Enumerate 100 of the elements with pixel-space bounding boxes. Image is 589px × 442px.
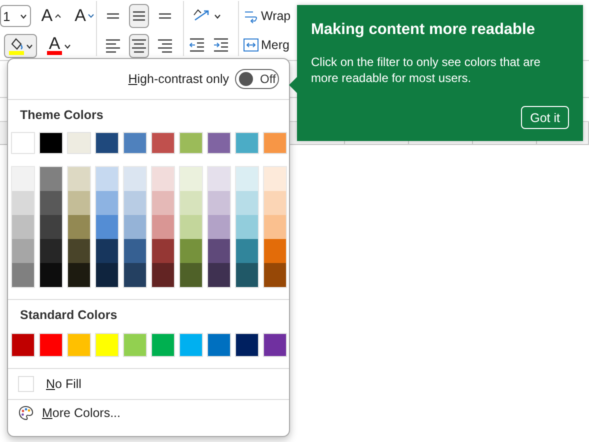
tip-text: Click on the filter to only see colors that are more readable for most users.	[311, 54, 542, 86]
color-swatch[interactable]	[151, 132, 175, 154]
color-swatch[interactable]	[208, 215, 230, 239]
color-swatch[interactable]	[208, 263, 230, 287]
increase-indent-icon[interactable]	[212, 37, 230, 53]
color-swatch[interactable]	[123, 132, 147, 154]
color-swatch[interactable]	[40, 215, 62, 239]
color-swatch[interactable]	[263, 333, 287, 357]
color-swatch[interactable]	[264, 215, 286, 239]
color-swatch[interactable]	[236, 239, 258, 263]
color-swatch[interactable]	[152, 263, 174, 287]
align-lines-icon	[132, 11, 146, 21]
font-size-field[interactable]: 1	[0, 5, 32, 27]
color-swatch[interactable]	[68, 239, 90, 263]
color-swatch[interactable]	[124, 191, 146, 215]
color-swatch[interactable]	[207, 333, 231, 357]
color-swatch[interactable]	[95, 333, 119, 357]
color-swatch[interactable]	[264, 191, 286, 215]
color-swatch[interactable]	[124, 263, 146, 287]
color-swatch[interactable]	[124, 239, 146, 263]
color-swatch[interactable]	[96, 215, 118, 239]
color-swatch[interactable]	[152, 167, 174, 191]
color-swatch[interactable]	[208, 239, 230, 263]
color-swatch[interactable]	[68, 191, 90, 215]
grow-font-button[interactable]: A	[37, 4, 65, 28]
color-swatch[interactable]	[235, 333, 259, 357]
color-swatch[interactable]	[68, 215, 90, 239]
color-swatch[interactable]	[151, 333, 175, 357]
color-swatch[interactable]	[11, 333, 35, 357]
color-swatch[interactable]	[40, 239, 62, 263]
color-swatch[interactable]	[264, 167, 286, 191]
color-swatch[interactable]	[180, 239, 202, 263]
color-swatch[interactable]	[236, 167, 258, 191]
align-lines-icon	[132, 39, 146, 53]
color-swatch[interactable]	[124, 167, 146, 191]
color-swatch[interactable]	[68, 167, 90, 191]
color-swatch[interactable]	[124, 215, 146, 239]
color-swatch[interactable]	[96, 239, 118, 263]
color-swatch[interactable]	[12, 263, 34, 287]
color-swatch[interactable]	[12, 191, 34, 215]
color-swatch[interactable]	[179, 333, 203, 357]
color-swatch[interactable]	[67, 132, 91, 154]
got-it-button[interactable]: Got it	[521, 106, 569, 129]
color-swatch[interactable]	[40, 167, 62, 191]
color-swatch[interactable]	[12, 167, 34, 191]
color-swatch[interactable]	[11, 132, 35, 154]
color-swatch[interactable]	[180, 215, 202, 239]
color-swatch[interactable]	[96, 263, 118, 287]
color-swatch[interactable]	[180, 167, 202, 191]
merge-button[interactable]: Merg	[242, 38, 290, 52]
color-swatch[interactable]	[95, 132, 119, 154]
empty-swatch-icon	[18, 376, 34, 392]
color-swatch[interactable]	[96, 191, 118, 215]
high-contrast-toggle[interactable]: Off	[235, 69, 279, 89]
center-align-button[interactable]	[129, 34, 149, 58]
caret-icon	[214, 14, 221, 18]
align-lines-icon	[158, 13, 172, 19]
color-swatch[interactable]	[208, 167, 230, 191]
middle-align-button[interactable]	[129, 4, 149, 28]
section-heading: Theme Colors	[19, 107, 104, 124]
wrap-text-button[interactable]: Wrap	[242, 8, 292, 24]
color-swatch[interactable]	[179, 132, 203, 154]
color-swatch[interactable]	[12, 215, 34, 239]
toggle-label: High-contrast only	[128, 72, 229, 86]
align-lines-icon	[106, 13, 120, 19]
color-swatch[interactable]	[263, 132, 287, 154]
color-swatch[interactable]	[12, 239, 34, 263]
fill-color-button[interactable]	[4, 34, 37, 58]
color-swatch[interactable]	[236, 263, 258, 287]
color-swatch[interactable]	[208, 191, 230, 215]
color-swatch[interactable]	[207, 132, 231, 154]
color-swatch[interactable]	[264, 263, 286, 287]
color-swatch[interactable]	[123, 333, 147, 357]
align-lines-icon	[158, 39, 172, 53]
color-swatch[interactable]	[180, 263, 202, 287]
color-swatch[interactable]	[68, 263, 90, 287]
caret-up-icon	[54, 14, 61, 18]
color-swatch[interactable]	[152, 239, 174, 263]
decrease-indent-icon[interactable]	[188, 37, 206, 53]
color-swatch[interactable]	[180, 191, 202, 215]
color-swatch[interactable]	[39, 333, 63, 357]
color-swatch[interactable]	[236, 215, 258, 239]
color-swatch[interactable]	[152, 215, 174, 239]
color-swatch[interactable]	[40, 263, 62, 287]
color-swatch[interactable]	[40, 191, 62, 215]
caret-icon	[26, 44, 33, 48]
caret-icon	[64, 44, 71, 48]
color-swatch[interactable]	[236, 191, 258, 215]
tip-title: Making content more readable	[311, 20, 536, 40]
color-swatch[interactable]	[39, 132, 63, 154]
no-fill-item[interactable]: No Fill	[8, 369, 289, 399]
shrink-font-button[interactable]: A	[70, 4, 98, 28]
more-colors-item[interactable]: More Colors...	[8, 400, 289, 426]
color-swatch[interactable]	[96, 167, 118, 191]
color-swatch[interactable]	[67, 333, 91, 357]
color-swatch[interactable]	[264, 239, 286, 263]
color-swatch[interactable]	[152, 191, 174, 215]
font-color-button[interactable]: A	[43, 34, 75, 58]
color-swatch[interactable]	[235, 132, 259, 154]
caret-down-icon	[88, 14, 94, 18]
